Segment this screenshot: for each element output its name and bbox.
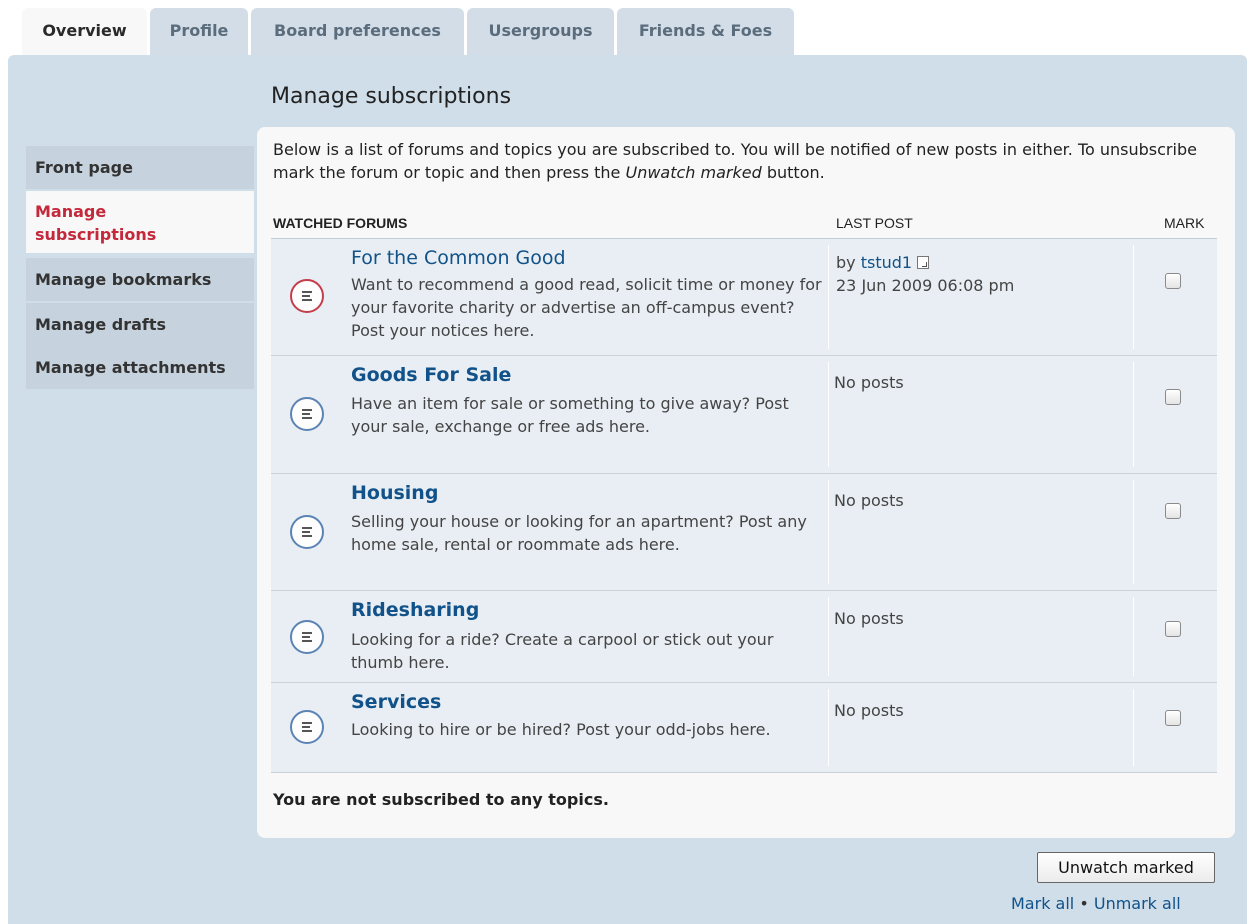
last-post-by: by xyxy=(836,253,856,272)
forum-row: For the Common Good Want to recommend a … xyxy=(271,239,1217,356)
column-divider xyxy=(1133,245,1134,349)
column-divider xyxy=(1133,689,1134,766)
tab-friends-foes[interactable]: Friends & Foes xyxy=(617,8,794,55)
forum-read-icon xyxy=(290,397,324,431)
forum-title-link[interactable]: Services xyxy=(351,691,441,713)
forum-title-link[interactable]: Housing xyxy=(351,482,438,504)
mark-checkbox[interactable] xyxy=(1165,710,1181,726)
mark-links: Mark all • Unmark all xyxy=(1011,894,1181,913)
mark-checkbox[interactable] xyxy=(1165,621,1181,637)
forum-row: Housing Selling your house or looking fo… xyxy=(271,474,1217,591)
sidebar-item-label-line2: subscriptions xyxy=(35,225,157,244)
sidebar-item-label-line1: Manage xyxy=(35,202,107,221)
intro-text-part2: button. xyxy=(761,163,825,182)
forum-title-link[interactable]: Ridesharing xyxy=(351,599,479,621)
forum-description: Selling your house or looking for an apa… xyxy=(351,512,807,554)
last-post-info: No posts xyxy=(834,373,904,392)
forum-row: Ridesharing Looking for a ride? Create a… xyxy=(271,591,1217,683)
column-header-mark: MARK xyxy=(1164,215,1205,231)
intro-emphasis: Unwatch marked xyxy=(625,163,762,182)
last-post-info: No posts xyxy=(834,491,904,510)
forum-description: Want to recommend a good read, solicit t… xyxy=(351,275,822,340)
last-post-info: by tstud1 23 Jun 2009 06:08 pm xyxy=(836,251,1014,297)
forum-read-icon xyxy=(290,710,324,744)
sidebar-item-manage-bookmarks[interactable]: Manage bookmarks xyxy=(26,258,254,301)
forum-description: Looking to hire or be hired? Post your o… xyxy=(351,720,771,739)
forum-read-icon xyxy=(290,620,324,654)
goto-last-post-icon[interactable] xyxy=(917,256,930,269)
tab-overview[interactable]: Overview xyxy=(22,8,147,57)
forum-title-link[interactable]: For the Common Good xyxy=(351,247,566,269)
intro-text: Below is a list of forums and topics you… xyxy=(273,138,1223,184)
tab-board-preferences[interactable]: Board preferences xyxy=(251,8,464,55)
forum-title-link[interactable]: Goods For Sale xyxy=(351,364,511,386)
forum-description: Have an item for sale or something to gi… xyxy=(351,394,789,436)
last-post-author-link[interactable]: tstud1 xyxy=(861,253,912,272)
forum-row: Services Looking to hire or be hired? Po… xyxy=(271,683,1217,773)
mark-checkbox[interactable] xyxy=(1165,503,1181,519)
sidebar-item-label: Front page xyxy=(35,158,133,177)
sidebar-item-label: Manage bookmarks xyxy=(35,270,212,289)
unwatch-marked-button[interactable]: Unwatch marked xyxy=(1037,852,1215,883)
column-divider xyxy=(1133,597,1134,676)
mark-checkbox[interactable] xyxy=(1165,389,1181,405)
sidebar-item-label: Manage attachments xyxy=(35,358,226,377)
sidebar-item-manage-subscriptions[interactable]: Manage subscriptions xyxy=(26,191,254,253)
last-post-info: No posts xyxy=(834,609,904,628)
forum-row: Goods For Sale Have an item for sale or … xyxy=(271,356,1217,474)
unmark-all-link[interactable]: Unmark all xyxy=(1094,894,1181,913)
sidebar-item-manage-drafts[interactable]: Manage drafts xyxy=(26,303,254,346)
mark-checkbox[interactable] xyxy=(1165,273,1181,289)
column-header-last-post: LAST POST xyxy=(836,215,913,231)
column-header-forums: WATCHED FORUMS xyxy=(273,215,408,231)
link-separator: • xyxy=(1079,894,1089,913)
tab-profile[interactable]: Profile xyxy=(150,8,248,55)
last-post-date: 23 Jun 2009 06:08 pm xyxy=(836,276,1015,295)
column-divider xyxy=(1133,362,1134,467)
last-post-info: No posts xyxy=(834,701,904,720)
sidebar-item-manage-attachments[interactable]: Manage attachments xyxy=(26,346,254,389)
tab-usergroups[interactable]: Usergroups xyxy=(467,8,614,55)
mark-all-link[interactable]: Mark all xyxy=(1011,894,1074,913)
forum-unread-icon xyxy=(290,279,324,313)
page-title: Manage subscriptions xyxy=(271,84,512,109)
no-topics-message: You are not subscribed to any topics. xyxy=(273,790,609,809)
forum-description: Looking for a ride? Create a carpool or … xyxy=(351,630,774,672)
forum-read-icon xyxy=(290,515,324,549)
sidebar-item-label: Manage drafts xyxy=(35,315,167,334)
column-divider xyxy=(1133,480,1134,584)
sidebar-item-front-page[interactable]: Front page xyxy=(26,146,254,189)
